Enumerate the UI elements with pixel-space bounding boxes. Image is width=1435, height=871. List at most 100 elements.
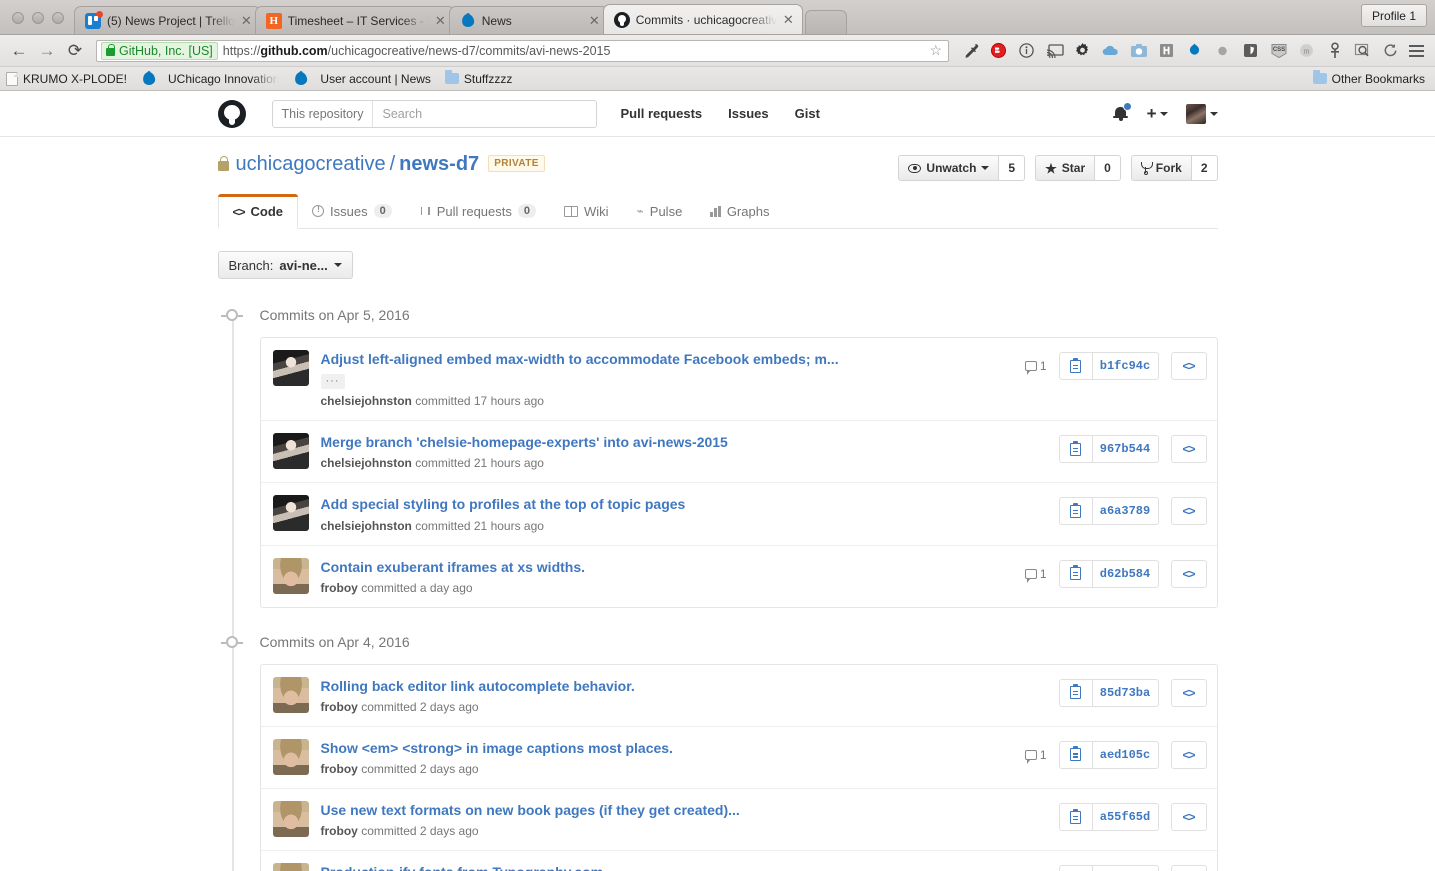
tab-pull-requests[interactable]: Pull requests 0 bbox=[406, 194, 550, 228]
nav-issues[interactable]: Issues bbox=[728, 106, 768, 121]
copy-sha-button[interactable] bbox=[1058, 865, 1093, 871]
expand-commit-body-button[interactable]: ··· bbox=[320, 374, 345, 390]
commit-sha-link[interactable]: 967b544 bbox=[1092, 435, 1159, 464]
unwatch-button[interactable]: Unwatch bbox=[898, 155, 1000, 181]
browse-repository-button[interactable]: <> bbox=[1170, 559, 1207, 588]
gear-icon[interactable] bbox=[1069, 38, 1096, 64]
close-icon[interactable]: ✕ bbox=[241, 13, 252, 29]
zoom-window-dot[interactable] bbox=[52, 12, 64, 24]
commit-message-link[interactable]: Production-ify fonts from Typography.com bbox=[321, 863, 1017, 871]
copy-sha-button[interactable] bbox=[1058, 803, 1093, 832]
minimize-window-dot[interactable] bbox=[32, 12, 44, 24]
table-row[interactable]: Use new text formats on new book pages (… bbox=[260, 789, 1217, 852]
browse-repository-button[interactable]: <> bbox=[1170, 352, 1207, 380]
m-circle-icon[interactable]: m bbox=[1293, 38, 1320, 64]
commit-author[interactable]: chelsiejohnston bbox=[321, 456, 412, 470]
eyedropper-icon[interactable] bbox=[957, 38, 984, 64]
table-row[interactable]: Production-ify fonts from Typography.com… bbox=[261, 851, 1217, 871]
table-row[interactable]: Adjust left-aligned embed max-width to a… bbox=[260, 338, 1217, 422]
table-row[interactable]: Rolling back editor link autocomplete be… bbox=[260, 665, 1217, 727]
bookmark-user-account-news[interactable]: User account | News bbox=[293, 71, 431, 87]
commit-message-link[interactable]: Contain exuberant iframes at xs widths. bbox=[321, 558, 1017, 576]
nav-gist[interactable]: Gist bbox=[795, 106, 820, 121]
table-row[interactable]: Merge branch 'chelsie-homepage-experts' … bbox=[260, 421, 1217, 484]
commit-sha-link[interactable]: aed105c bbox=[1092, 740, 1159, 769]
repo-owner-link[interactable]: uchicagocreative bbox=[236, 153, 386, 176]
browse-repository-button[interactable]: <> bbox=[1170, 865, 1207, 871]
search-form[interactable]: This repository bbox=[271, 99, 597, 128]
commit-author[interactable]: froboy bbox=[321, 700, 358, 714]
ankh-icon[interactable] bbox=[1321, 38, 1348, 64]
magnifier-icon[interactable] bbox=[1349, 38, 1376, 64]
drupal-icon[interactable] bbox=[1181, 38, 1208, 64]
commit-message-link[interactable]: Merge branch 'chelsie-homepage-experts' … bbox=[321, 433, 1051, 451]
copy-sha-button[interactable] bbox=[1058, 740, 1093, 769]
fork-count[interactable]: 2 bbox=[1191, 155, 1218, 181]
commit-author[interactable]: froboy bbox=[321, 762, 358, 776]
camera-icon[interactable] bbox=[1125, 38, 1152, 64]
browse-repository-button[interactable]: <> bbox=[1170, 803, 1207, 832]
repo-name-link[interactable]: news-d7 bbox=[399, 153, 479, 176]
gray-dot-icon[interactable] bbox=[1209, 38, 1236, 64]
star-count[interactable]: 0 bbox=[1095, 155, 1121, 181]
tab-pulse[interactable]: ⌁ Pulse bbox=[623, 194, 697, 228]
search-scope-label[interactable]: This repository bbox=[273, 100, 374, 127]
browse-repository-button[interactable]: <> bbox=[1170, 435, 1207, 464]
commit-message-link[interactable]: Use new text formats on new book pages (… bbox=[321, 801, 1051, 819]
other-bookmarks-button[interactable]: Other Bookmarks bbox=[1312, 70, 1429, 86]
copy-sha-button[interactable] bbox=[1058, 435, 1093, 464]
table-row[interactable]: Show <em> <strong> in image captions mos… bbox=[260, 727, 1217, 790]
github-mark-icon[interactable] bbox=[217, 99, 246, 128]
cast-icon[interactable] bbox=[1041, 38, 1068, 64]
copy-sha-button[interactable] bbox=[1058, 678, 1093, 707]
close-window-dot[interactable] bbox=[12, 12, 24, 24]
css-icon[interactable]: CSS bbox=[1265, 38, 1292, 64]
cloud-icon[interactable] bbox=[1097, 38, 1124, 64]
commit-sha-link[interactable]: d62b584 bbox=[1092, 559, 1159, 588]
adblock-icon[interactable] bbox=[985, 38, 1012, 64]
commit-message-link[interactable]: Add special styling to profiles at the t… bbox=[321, 495, 1051, 513]
close-icon[interactable]: ✕ bbox=[783, 12, 794, 28]
browser-tab-commits[interactable]: Commits · uchicagocreative ✕ bbox=[602, 4, 803, 34]
bookmark-uchicago-innovation[interactable]: UChicago Innovation bbox=[141, 71, 279, 87]
commit-sha-link[interactable]: a6a3789 bbox=[1092, 497, 1159, 526]
bookmark-stuffzzzz[interactable]: Stuffzzzz bbox=[444, 70, 512, 86]
browser-tab-news[interactable]: News ✕ bbox=[448, 6, 609, 34]
browse-repository-button[interactable]: <> bbox=[1170, 497, 1207, 526]
star-button[interactable]: ★ Star bbox=[1035, 155, 1096, 181]
commit-comment-count[interactable]: 1 bbox=[1024, 748, 1047, 764]
copy-sha-button[interactable] bbox=[1058, 352, 1093, 380]
new-tab-button[interactable] bbox=[804, 10, 847, 34]
nav-pull-requests[interactable]: Pull requests bbox=[621, 106, 703, 121]
branch-select-button[interactable]: Branch: avi-ne... bbox=[217, 251, 353, 279]
tab-graphs[interactable]: Graphs bbox=[696, 194, 783, 228]
commit-message-link[interactable]: Rolling back editor link autocomplete be… bbox=[321, 677, 1051, 695]
commit-comment-count[interactable]: 1 bbox=[1024, 567, 1047, 583]
commit-sha-link[interactable]: 5df66b9 bbox=[1092, 865, 1159, 871]
create-new-menu[interactable]: + bbox=[1147, 104, 1168, 124]
close-icon[interactable]: ✕ bbox=[589, 13, 600, 29]
table-row[interactable]: Contain exuberant iframes at xs widths. … bbox=[261, 546, 1217, 607]
bookmark-star-icon[interactable]: ☆ bbox=[929, 42, 944, 59]
bookmark-krumo[interactable]: KRUMO X-PLODE! bbox=[6, 71, 127, 86]
browse-repository-button[interactable]: <> bbox=[1170, 678, 1207, 707]
table-row[interactable]: Add special styling to profiles at the t… bbox=[260, 483, 1217, 546]
commit-sha-link[interactable]: a55f65d bbox=[1092, 803, 1159, 832]
bell-icon[interactable] bbox=[1112, 102, 1132, 122]
tab-wiki[interactable]: Wiki bbox=[550, 194, 623, 228]
info-circle-icon[interactable] bbox=[1013, 38, 1040, 64]
commit-author[interactable]: chelsiejohnston bbox=[321, 394, 412, 408]
commit-author[interactable]: froboy bbox=[321, 581, 358, 595]
browser-tab-trello[interactable]: (5) News Project | Trello ✕ bbox=[74, 6, 261, 34]
tab-issues[interactable]: Issues 0 bbox=[298, 194, 406, 228]
user-menu[interactable] bbox=[1185, 103, 1218, 124]
watch-count[interactable]: 5 bbox=[999, 155, 1026, 181]
forward-arrow-icon[interactable]: → bbox=[34, 38, 60, 64]
close-icon[interactable]: ✕ bbox=[435, 13, 446, 29]
commit-comment-count[interactable]: 1 bbox=[1024, 359, 1047, 375]
commit-message-link[interactable]: Adjust left-aligned embed max-width to a… bbox=[321, 350, 1017, 368]
reload-icon[interactable]: ⟳ bbox=[62, 38, 88, 64]
window-controls[interactable] bbox=[8, 12, 74, 34]
browser-tab-timesheet[interactable]: H Timesheet – IT Services - W ✕ bbox=[254, 6, 455, 34]
commit-sha-link[interactable]: b1fc94c bbox=[1092, 352, 1159, 380]
